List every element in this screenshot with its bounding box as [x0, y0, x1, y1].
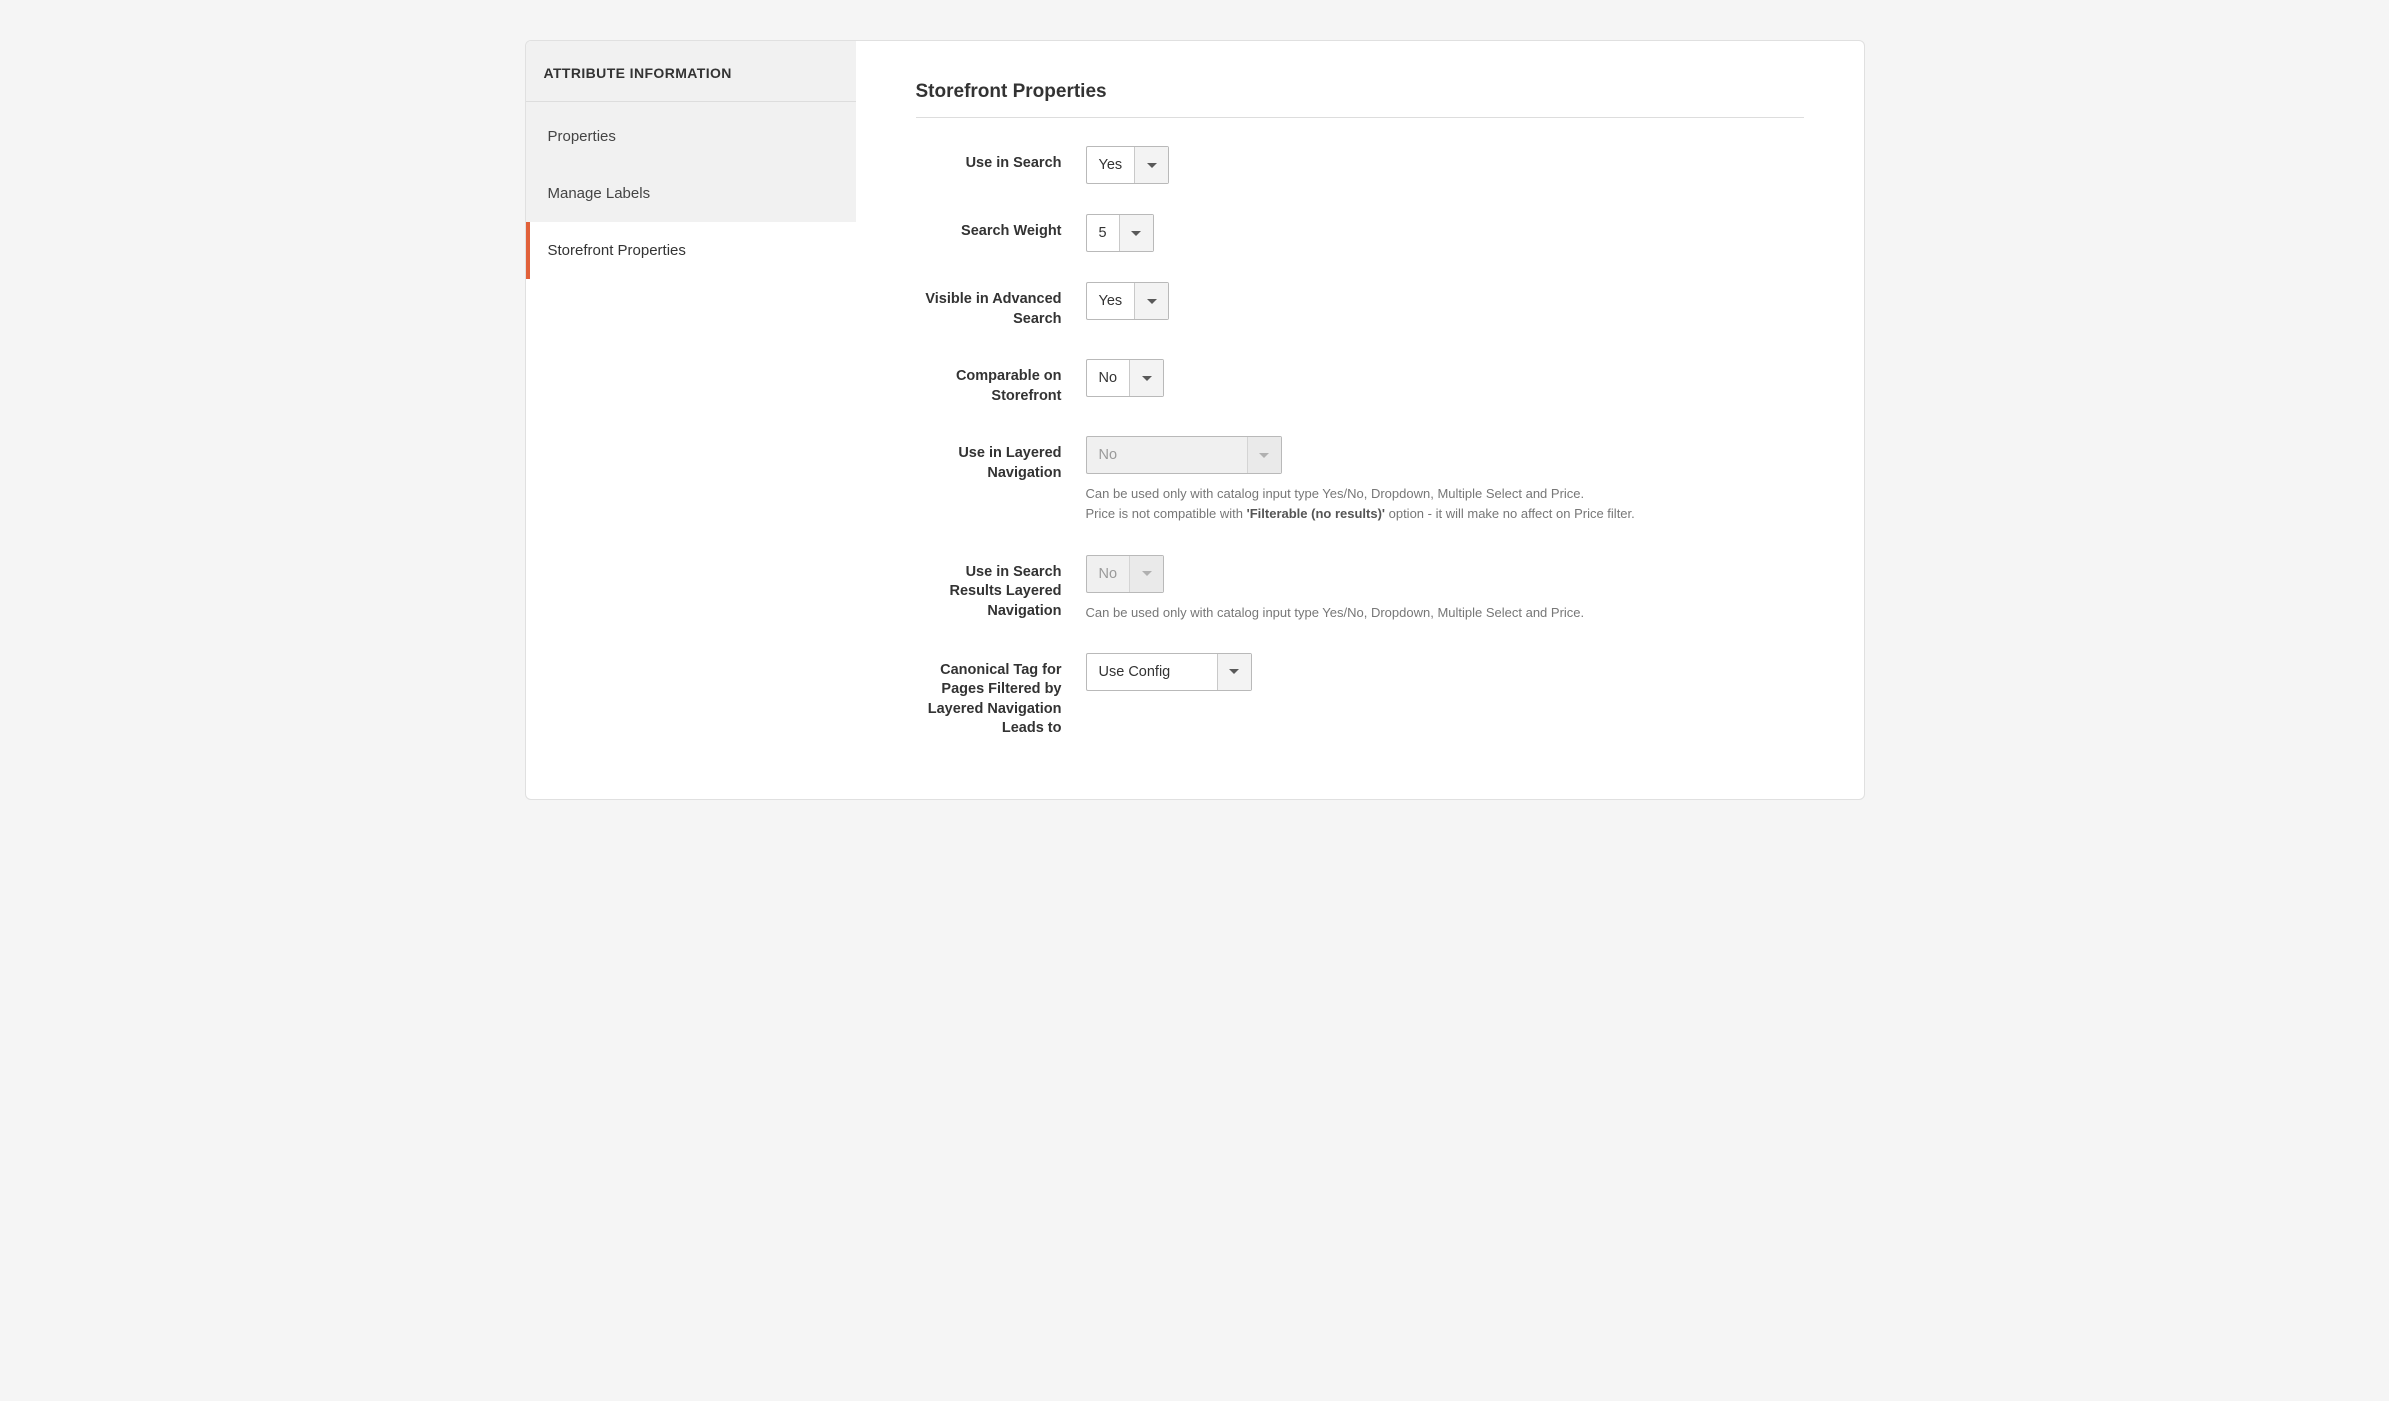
select-value: Yes — [1087, 147, 1135, 183]
select-value: No — [1087, 556, 1130, 592]
attribute-panel: ATTRIBUTE INFORMATION Properties Manage … — [525, 40, 1865, 800]
select-layered-nav: No — [1086, 436, 1282, 474]
select-value: 5 — [1087, 215, 1119, 251]
sidebar-blank — [526, 279, 856, 679]
label-comparable: Comparable on Storefront — [916, 359, 1086, 406]
sidebar: ATTRIBUTE INFORMATION Properties Manage … — [526, 41, 856, 279]
label-use-in-search: Use in Search — [916, 146, 1086, 174]
row-visible-advanced: Visible in Advanced Search Yes — [916, 282, 1804, 329]
sidebar-item-storefront-properties[interactable]: Storefront Properties — [526, 222, 856, 279]
helper-text: Price is not compatible with — [1086, 506, 1247, 521]
select-value: No — [1087, 437, 1247, 473]
label-search-layered-nav: Use in Search Results Layered Navigation — [916, 555, 1086, 622]
sidebar-body: Properties Manage Labels Storefront Prop… — [526, 102, 856, 279]
chevron-down-icon — [1129, 360, 1163, 396]
chevron-down-icon — [1134, 147, 1168, 183]
label-canonical: Canonical Tag for Pages Filtered by Laye… — [916, 653, 1086, 739]
sidebar-wrap: ATTRIBUTE INFORMATION Properties Manage … — [526, 41, 856, 799]
row-layered-nav: Use in Layered Navigation No Can be used… — [916, 436, 1804, 524]
sidebar-item-properties[interactable]: Properties — [526, 108, 856, 165]
sidebar-header: ATTRIBUTE INFORMATION — [526, 41, 856, 102]
row-canonical: Canonical Tag for Pages Filtered by Laye… — [916, 653, 1804, 739]
chevron-down-icon — [1217, 654, 1251, 690]
chevron-down-icon — [1119, 215, 1153, 251]
label-search-weight: Search Weight — [916, 214, 1086, 242]
chevron-down-icon — [1129, 556, 1163, 592]
chevron-down-icon — [1247, 437, 1281, 473]
select-visible-advanced[interactable]: Yes — [1086, 282, 1170, 320]
select-search-layered-nav: No — [1086, 555, 1165, 593]
sidebar-item-manage-labels[interactable]: Manage Labels — [526, 165, 856, 222]
label-layered-nav: Use in Layered Navigation — [916, 436, 1086, 483]
label-visible-advanced: Visible in Advanced Search — [916, 282, 1086, 329]
row-search-layered-nav: Use in Search Results Layered Navigation… — [916, 555, 1804, 623]
main-content: Storefront Properties Use in Search Yes … — [856, 41, 1864, 799]
helper-search-layered-nav: Can be used only with catalog input type… — [1086, 603, 1726, 623]
select-value: No — [1087, 360, 1130, 396]
select-comparable[interactable]: No — [1086, 359, 1165, 397]
select-value: Use Config — [1087, 654, 1217, 690]
helper-text: option - it will make no affect on Price… — [1385, 506, 1635, 521]
select-use-in-search[interactable]: Yes — [1086, 146, 1170, 184]
select-search-weight[interactable]: 5 — [1086, 214, 1154, 252]
row-use-in-search: Use in Search Yes — [916, 146, 1804, 184]
select-canonical[interactable]: Use Config — [1086, 653, 1252, 691]
select-value: Yes — [1087, 283, 1135, 319]
row-comparable: Comparable on Storefront No — [916, 359, 1804, 406]
helper-text: Can be used only with catalog input type… — [1086, 486, 1585, 501]
helper-layered-nav: Can be used only with catalog input type… — [1086, 484, 1726, 524]
helper-text-bold: 'Filterable (no results)' — [1247, 506, 1385, 521]
chevron-down-icon — [1134, 283, 1168, 319]
row-search-weight: Search Weight 5 — [916, 214, 1804, 252]
section-title: Storefront Properties — [916, 81, 1804, 118]
